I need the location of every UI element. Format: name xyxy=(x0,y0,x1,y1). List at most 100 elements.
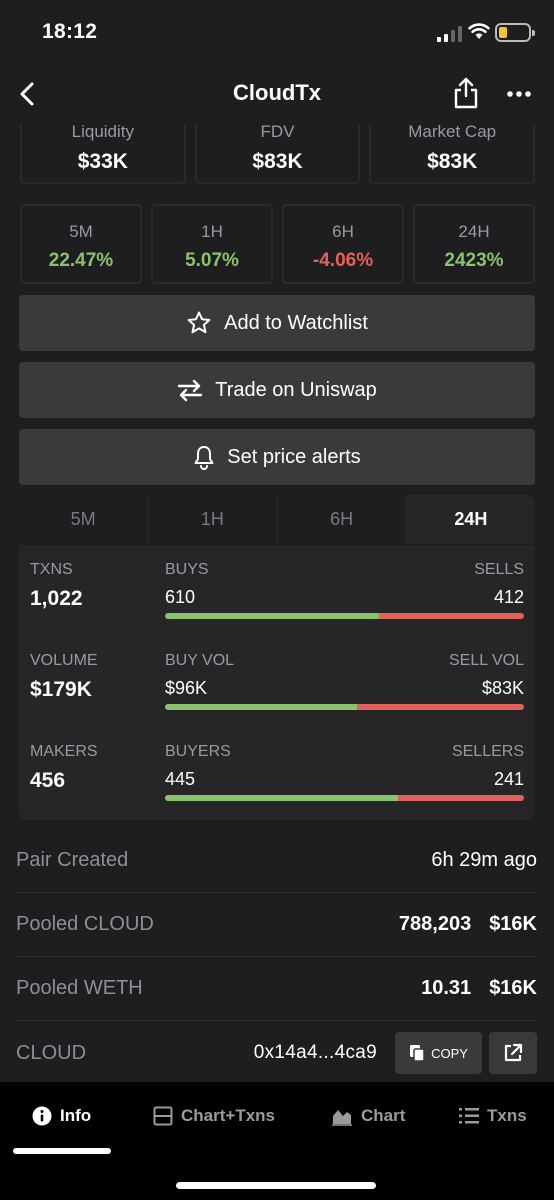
tab-1h[interactable]: 1H xyxy=(148,495,278,544)
metric-value: $179K xyxy=(30,678,92,701)
price-change-label: 1H xyxy=(201,222,223,241)
sells-value: 412 xyxy=(493,587,524,607)
metric-label: VOLUME xyxy=(30,652,98,669)
open-explorer-button[interactable] xyxy=(489,1032,537,1074)
buy-vol-value: $96K xyxy=(165,678,208,698)
price-change-value: 22.47% xyxy=(48,250,114,271)
info-icon xyxy=(32,1106,52,1126)
transaction-stats-panel: 5M 1H 6H 24H TXNS 1,022 BUYS SELLS 610 4… xyxy=(19,495,535,820)
more-options-icon[interactable] xyxy=(505,84,533,104)
pooled-amount: 788,203 xyxy=(398,913,472,935)
price-change-5m: 5M 22.47% xyxy=(20,204,142,284)
split-view-icon xyxy=(153,1106,173,1126)
trade-on-uniswap-button[interactable]: Trade on Uniswap xyxy=(19,362,535,418)
buy-share-fill xyxy=(165,704,358,710)
tab-txns-label: Txns xyxy=(487,1106,527,1125)
tab-chart-label: Chart xyxy=(361,1106,406,1125)
token-address-row: CLOUD 0x14a4...4ca9 COPY xyxy=(16,1021,537,1082)
info-label: Pair Created xyxy=(16,849,129,871)
makers-metric-row: MAKERS 456 BUYERS SELLERS 445 241 xyxy=(19,743,535,820)
tab-24h[interactable]: 24H xyxy=(406,495,535,544)
pooled-cloud-value: 788,203 $16K xyxy=(399,913,537,936)
tab-5m[interactable]: 5M xyxy=(19,495,149,544)
status-time: 18:12 xyxy=(42,20,98,43)
buyers-label: BUYERS xyxy=(165,743,231,760)
buys-label: BUYS xyxy=(165,561,209,578)
copy-label: COPY xyxy=(431,1045,468,1061)
token-address: 0x14a4...4ca9 xyxy=(253,1042,377,1063)
tab-txns[interactable]: Txns xyxy=(459,1106,527,1126)
tab-chart[interactable]: Chart xyxy=(331,1106,405,1126)
pooled-weth-row: Pooled WETH 10.31 $16K xyxy=(16,957,537,1021)
pooled-amount: 10.31 xyxy=(421,977,472,999)
stat-label: Market Cap xyxy=(408,124,497,141)
txns-metric-row: TXNS 1,022 BUYS SELLS 610 412 xyxy=(19,561,535,641)
bell-icon xyxy=(194,446,214,470)
metric-label: TXNS xyxy=(30,561,73,578)
star-icon xyxy=(187,311,211,334)
pooled-weth-value: 10.31 $16K xyxy=(421,977,537,1000)
buy-sell-ratio-bar xyxy=(165,613,524,619)
sell-vol-label: SELL VOL xyxy=(448,652,524,669)
price-change-value: -4.06% xyxy=(312,250,374,271)
price-change-value: 5.07% xyxy=(185,250,239,271)
buy-vol-label: BUY VOL xyxy=(165,652,235,669)
metric-value: 456 xyxy=(30,769,66,792)
pair-created-value: 6h 29m ago xyxy=(431,849,537,871)
info-label: Pooled CLOUD xyxy=(16,913,154,935)
sellers-label: SELLERS xyxy=(451,743,524,760)
add-to-watchlist-button[interactable]: Add to Watchlist xyxy=(19,295,535,351)
nav-bar: CloudTx xyxy=(0,64,554,124)
tab-info-label: Info xyxy=(60,1106,92,1125)
buyers-value: 445 xyxy=(165,769,196,789)
stat-label: FDV xyxy=(260,124,295,141)
buy-sell-volume-bar xyxy=(165,704,524,710)
price-change-1h: 1H 5.07% xyxy=(151,204,273,284)
sellers-value: 241 xyxy=(493,769,524,789)
buys-value: 610 xyxy=(165,587,196,607)
home-indicator xyxy=(176,1182,376,1189)
buy-share-fill xyxy=(165,613,380,619)
volume-metric-row: VOLUME $179K BUY VOL SELL VOL $96K $83K xyxy=(19,652,535,732)
sell-share-fill xyxy=(379,613,524,619)
price-change-label: 6H xyxy=(332,222,354,241)
status-bar: 18:12 xyxy=(0,0,554,64)
market-stats-row: Liquidity $33K FDV $83K Market Cap $83K xyxy=(20,124,536,184)
price-change-24h: 24H 2423% xyxy=(413,204,535,284)
wifi-icon xyxy=(468,23,490,39)
buyers-sellers-bar xyxy=(165,795,524,801)
metric-label: MAKERS xyxy=(30,743,98,760)
swap-arrows-icon xyxy=(178,379,203,402)
trade-on-uniswap-label: Trade on Uniswap xyxy=(215,378,377,401)
external-link-icon xyxy=(504,1043,523,1062)
buy-share-fill xyxy=(165,795,398,801)
price-change-label: 24H xyxy=(458,222,490,241)
period-tabs: 5M 1H 6H 24H xyxy=(19,495,535,545)
copy-icon xyxy=(410,1045,425,1062)
stat-value: $83K xyxy=(252,150,303,173)
tab-6h[interactable]: 6H xyxy=(277,495,407,544)
price-change-value: 2423% xyxy=(444,250,504,271)
price-change-row: 5M 22.47% 1H 5.07% 6H -4.06% 24H 2423% xyxy=(20,204,535,284)
bottom-tab-bar: Info Chart+Txns Chart Txns xyxy=(0,1082,554,1200)
price-change-label: 5M xyxy=(69,222,93,241)
sell-share-fill xyxy=(397,795,524,801)
tab-chart-txns[interactable]: Chart+Txns xyxy=(153,1106,275,1126)
share-icon[interactable] xyxy=(452,76,480,110)
pooled-cloud-row: Pooled CLOUD 788,203 $16K xyxy=(16,893,537,957)
copy-address-button[interactable]: COPY xyxy=(395,1032,482,1074)
tab-chart-txns-label: Chart+Txns xyxy=(181,1106,275,1125)
stat-fdv: FDV $83K xyxy=(194,124,361,184)
price-change-6h: 6H -4.06% xyxy=(282,204,404,284)
battery-icon xyxy=(495,23,535,42)
info-content[interactable]: Liquidity $33K FDV $83K Market Cap $83K … xyxy=(0,124,554,1082)
pooled-usd: $16K xyxy=(489,977,537,999)
stat-label: Liquidity xyxy=(71,124,135,141)
active-tab-indicator xyxy=(13,1148,111,1154)
set-price-alerts-button[interactable]: Set price alerts xyxy=(19,429,535,485)
sell-share-fill xyxy=(357,704,524,710)
stat-value: $33K xyxy=(77,150,128,173)
tab-info[interactable]: Info xyxy=(32,1106,91,1126)
stat-liquidity: Liquidity $33K xyxy=(20,124,186,184)
pooled-usd: $16K xyxy=(489,913,537,935)
